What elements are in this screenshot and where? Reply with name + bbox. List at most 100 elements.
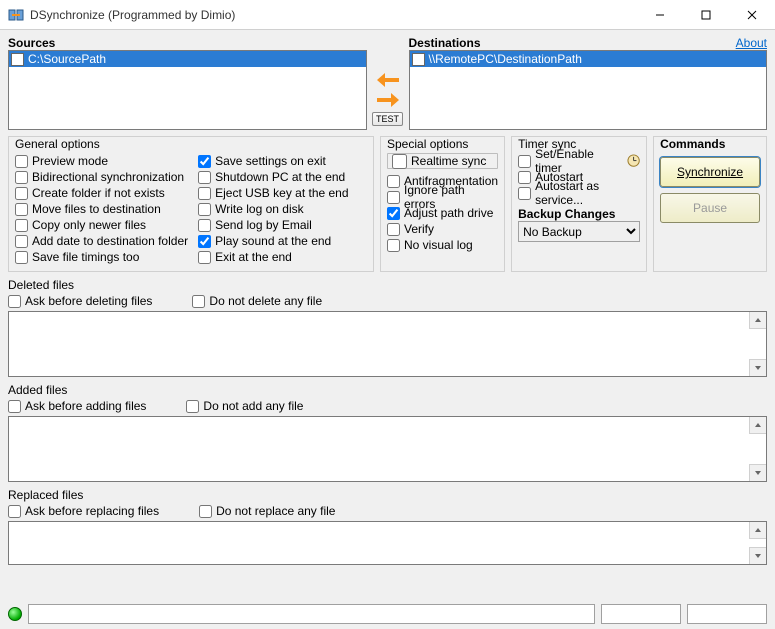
preview-mode-checkbox[interactable] (15, 155, 28, 168)
deleted-files-label: Deleted files (8, 278, 767, 292)
ask-replace-checkbox[interactable] (8, 505, 21, 518)
exit-end-label: Exit at the end (215, 250, 292, 264)
sources-label: Sources (8, 36, 55, 50)
special-options-legend: Special options (387, 137, 498, 151)
scroll-up-button[interactable] (749, 312, 766, 329)
status-field-2 (601, 604, 681, 624)
adjust-drive-checkbox[interactable] (387, 207, 400, 220)
antifrag-checkbox[interactable] (387, 175, 400, 188)
replaced-files-section: Replaced files Ask before replacing file… (8, 488, 767, 565)
destination-item-path: \\RemotePC\DestinationPath (429, 52, 582, 66)
replaced-files-log[interactable] (8, 521, 767, 565)
close-button[interactable] (729, 0, 775, 30)
save-timings-checkbox[interactable] (15, 251, 28, 264)
dont-replace-label: Do not replace any file (216, 504, 335, 518)
pause-button[interactable]: Pause (660, 193, 760, 223)
dont-add-checkbox[interactable] (186, 400, 199, 413)
deleted-files-log[interactable] (8, 311, 767, 377)
copy-newer-checkbox[interactable] (15, 219, 28, 232)
status-bar (8, 603, 767, 625)
synchronize-button[interactable]: Synchronize (660, 157, 760, 187)
scroll-down-button[interactable] (749, 547, 766, 564)
destinations-panel: Destinations About \\RemotePC\Destinatio… (409, 34, 768, 130)
bidirectional-checkbox[interactable] (15, 171, 28, 184)
no-visual-log-label: No visual log (404, 238, 473, 252)
preview-mode-label: Preview mode (32, 154, 108, 168)
verify-label: Verify (404, 222, 434, 236)
eject-usb-label: Eject USB key at the end (215, 186, 348, 200)
scroll-up-button[interactable] (749, 522, 766, 539)
verify-checkbox[interactable] (387, 223, 400, 236)
source-item[interactable]: C:\SourcePath (9, 51, 366, 67)
source-item-checkbox[interactable] (11, 53, 24, 66)
commands-legend: Commands (660, 137, 760, 151)
test-button[interactable]: TEST (372, 112, 403, 126)
move-files-label: Move files to destination (32, 202, 161, 216)
destinations-label: Destinations (409, 36, 481, 50)
dont-add-label: Do not add any file (203, 399, 303, 413)
ask-add-checkbox[interactable] (8, 400, 21, 413)
status-field-main (28, 604, 595, 624)
scroll-up-button[interactable] (749, 417, 766, 434)
general-options-legend: General options (15, 137, 367, 151)
dont-delete-checkbox[interactable] (192, 295, 205, 308)
sources-panel: Sources C:\SourcePath (8, 34, 367, 130)
copy-newer-label: Copy only newer files (32, 218, 146, 232)
minimize-button[interactable] (637, 0, 683, 30)
arrow-right-icon (377, 92, 399, 108)
destination-item-checkbox[interactable] (412, 53, 425, 66)
add-date-checkbox[interactable] (15, 235, 28, 248)
backup-changes-select[interactable]: No Backup (518, 221, 640, 242)
no-visual-log-checkbox[interactable] (387, 239, 400, 252)
added-files-label: Added files (8, 383, 767, 397)
create-folder-checkbox[interactable] (15, 187, 28, 200)
move-files-checkbox[interactable] (15, 203, 28, 216)
autostart-service-label: Autostart as service... (535, 179, 640, 207)
titlebar: DSynchronize (Programmed by Dimio) (0, 0, 775, 30)
scroll-down-button[interactable] (749, 464, 766, 481)
play-sound-label: Play sound at the end (215, 234, 331, 248)
save-settings-label: Save settings on exit (215, 154, 326, 168)
exit-end-checkbox[interactable] (198, 251, 211, 264)
autostart-checkbox[interactable] (518, 171, 531, 184)
added-files-log[interactable] (8, 416, 767, 482)
app-icon (8, 7, 24, 23)
destinations-list[interactable]: \\RemotePC\DestinationPath (409, 50, 768, 130)
autostart-service-checkbox[interactable] (518, 187, 531, 200)
write-log-label: Write log on disk (215, 202, 303, 216)
status-field-3 (687, 604, 767, 624)
realtime-sync-label: Realtime sync (411, 154, 486, 168)
sources-list[interactable]: C:\SourcePath (8, 50, 367, 130)
save-settings-checkbox[interactable] (198, 155, 211, 168)
shutdown-label: Shutdown PC at the end (215, 170, 345, 184)
ask-delete-checkbox[interactable] (8, 295, 21, 308)
window-title: DSynchronize (Programmed by Dimio) (30, 8, 637, 22)
send-email-label: Send log by Email (215, 218, 312, 232)
ignore-path-checkbox[interactable] (387, 191, 400, 204)
destination-item[interactable]: \\RemotePC\DestinationPath (410, 51, 767, 67)
ask-delete-label: Ask before deleting files (25, 294, 152, 308)
arrow-left-icon (377, 72, 399, 88)
about-link[interactable]: About (736, 36, 767, 50)
timer-sync-group: Timer sync Set/Enable timer Autostart Au… (511, 136, 647, 272)
add-date-label: Add date to destination folder (32, 234, 188, 248)
deleted-files-section: Deleted files Ask before deleting files … (8, 278, 767, 377)
create-folder-label: Create folder if not exists (32, 186, 165, 200)
scroll-down-button[interactable] (749, 359, 766, 376)
bidirectional-label: Bidirectional synchronization (32, 170, 184, 184)
special-options-group: Special options Realtime sync Antifragme… (380, 136, 505, 272)
enable-timer-checkbox[interactable] (518, 155, 531, 168)
status-led-icon (8, 607, 22, 621)
dont-replace-checkbox[interactable] (199, 505, 212, 518)
maximize-button[interactable] (683, 0, 729, 30)
send-email-checkbox[interactable] (198, 219, 211, 232)
realtime-sync-checkbox[interactable] (392, 154, 407, 169)
write-log-checkbox[interactable] (198, 203, 211, 216)
play-sound-checkbox[interactable] (198, 235, 211, 248)
general-options-group: General options Preview mode Bidirection… (8, 136, 374, 272)
eject-usb-checkbox[interactable] (198, 187, 211, 200)
backup-changes-legend: Backup Changes (518, 207, 640, 221)
source-item-path: C:\SourcePath (28, 52, 106, 66)
clock-icon (627, 154, 640, 168)
shutdown-checkbox[interactable] (198, 171, 211, 184)
